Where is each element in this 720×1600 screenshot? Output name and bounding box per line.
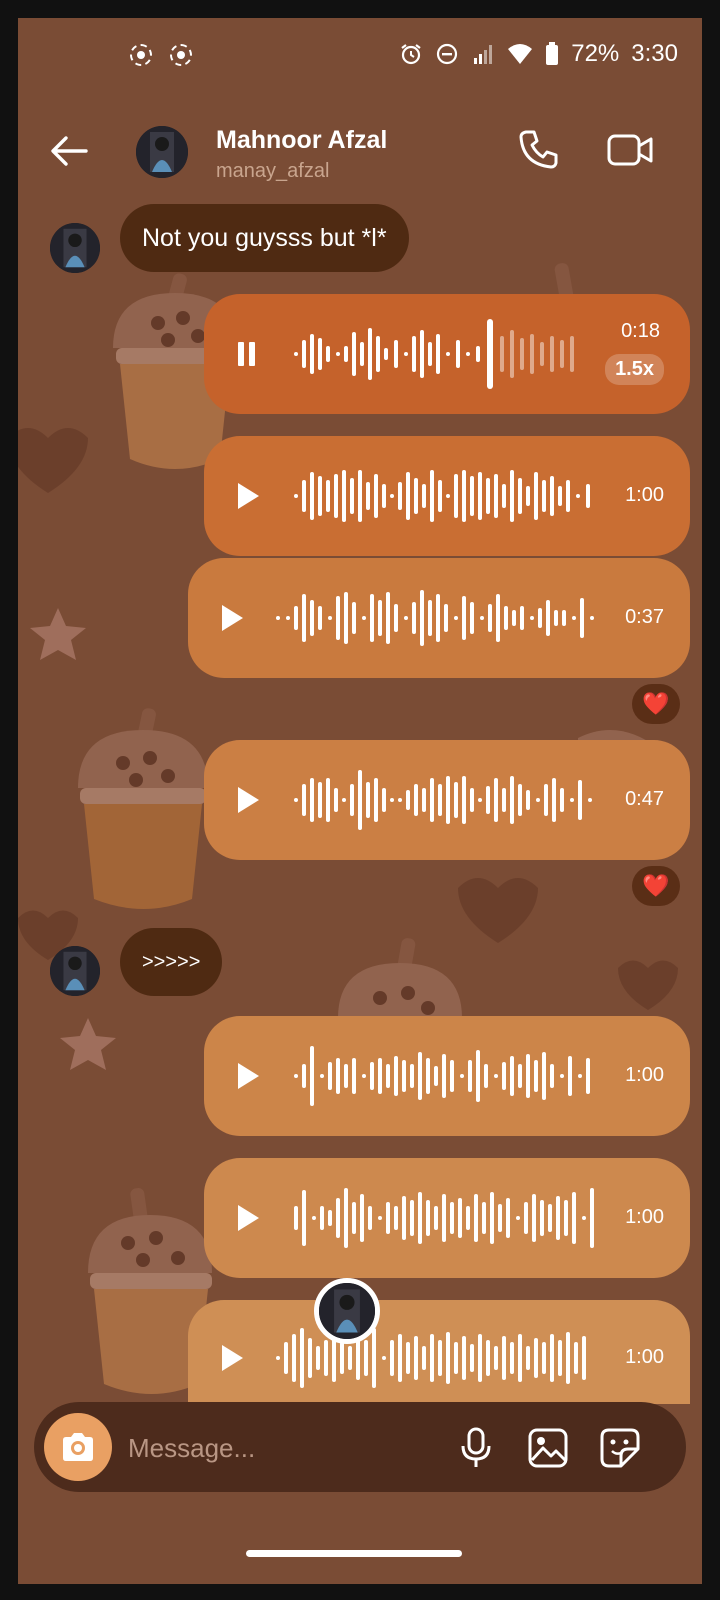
pause-icon[interactable] [234, 339, 260, 369]
voice-waveform[interactable] [292, 318, 592, 390]
play-icon[interactable] [234, 480, 262, 512]
voice-duration: 1:00 [625, 484, 664, 506]
sender-avatar[interactable] [50, 946, 100, 996]
signal-icon [474, 45, 493, 64]
voice-duration: 0:47 [625, 788, 664, 810]
voice-duration: 1:00 [625, 1206, 664, 1228]
voice-waveform[interactable] [292, 1182, 602, 1254]
voice-message[interactable]: 0:37 [188, 558, 690, 678]
play-icon[interactable] [218, 602, 246, 634]
gallery-icon[interactable] [526, 1426, 570, 1470]
voice-message[interactable]: 1:00 [188, 1300, 690, 1404]
battery-icon [546, 42, 559, 65]
voice-duration: 1:00 [625, 1064, 664, 1086]
sender-avatar[interactable] [50, 223, 100, 273]
battery-percent: 72% [571, 40, 620, 67]
camera-icon [63, 1433, 93, 1461]
voice-message[interactable]: 0:18 1.5x [204, 294, 690, 414]
status-right-group: 72% 3:30 [399, 40, 678, 68]
voice-waveform[interactable] [292, 460, 602, 532]
playback-speed-button[interactable]: 1.5x [605, 354, 664, 385]
alarm-icon [401, 44, 421, 65]
play-icon[interactable] [218, 1342, 246, 1374]
message-input[interactable] [126, 1426, 430, 1470]
video-call-icon[interactable] [606, 126, 656, 174]
incoming-message[interactable]: Not you guysss but *l* [120, 204, 409, 272]
home-indicator[interactable] [246, 1550, 462, 1557]
wifi-icon [508, 44, 533, 64]
contact-avatar[interactable] [136, 126, 188, 178]
play-icon[interactable] [234, 1202, 262, 1234]
screen-record-icon [170, 44, 192, 66]
status-bar: 72% 3:30 [18, 18, 702, 88]
status-notification-icons [130, 44, 192, 66]
heart-reaction[interactable]: ❤️ [632, 684, 680, 724]
voice-duration: 1:00 [625, 1346, 664, 1368]
sticker-icon[interactable] [598, 1426, 642, 1470]
voice-waveform[interactable] [274, 582, 604, 654]
camera-button[interactable] [44, 1413, 112, 1481]
voice-message[interactable]: 0:47 [204, 740, 690, 860]
heart-reaction[interactable]: ❤️ [632, 866, 680, 906]
voice-waveform[interactable] [292, 764, 602, 836]
voice-message[interactable]: 1:00 [204, 1158, 690, 1278]
incoming-message[interactable]: >>>>> [120, 928, 223, 996]
voice-message[interactable]: 1:00 [204, 1016, 690, 1136]
phone-call-icon[interactable] [514, 126, 562, 174]
contact-name[interactable]: Mahnoor Afzal [216, 126, 387, 155]
play-icon[interactable] [234, 1060, 262, 1092]
screen-record-icon [130, 44, 152, 66]
status-time: 3:30 [631, 40, 678, 67]
voice-duration: 0:18 [621, 320, 660, 342]
back-arrow-icon[interactable] [46, 128, 92, 174]
voice-waveform[interactable] [292, 1040, 602, 1112]
seen-avatar[interactable] [314, 1278, 380, 1344]
voice-duration: 0:37 [625, 606, 664, 628]
chat-header: Mahnoor Afzal manay_afzal [18, 108, 702, 198]
do-not-disturb-icon [437, 43, 458, 65]
voice-message[interactable]: 1:00 [204, 436, 690, 556]
chat-screen: 72% 3:30 Mahnoor Afzal manay_afzal Not y… [18, 18, 702, 1584]
message-composer [34, 1402, 686, 1492]
contact-username: manay_afzal [216, 160, 330, 182]
microphone-icon[interactable] [456, 1426, 496, 1470]
play-icon[interactable] [234, 784, 262, 816]
